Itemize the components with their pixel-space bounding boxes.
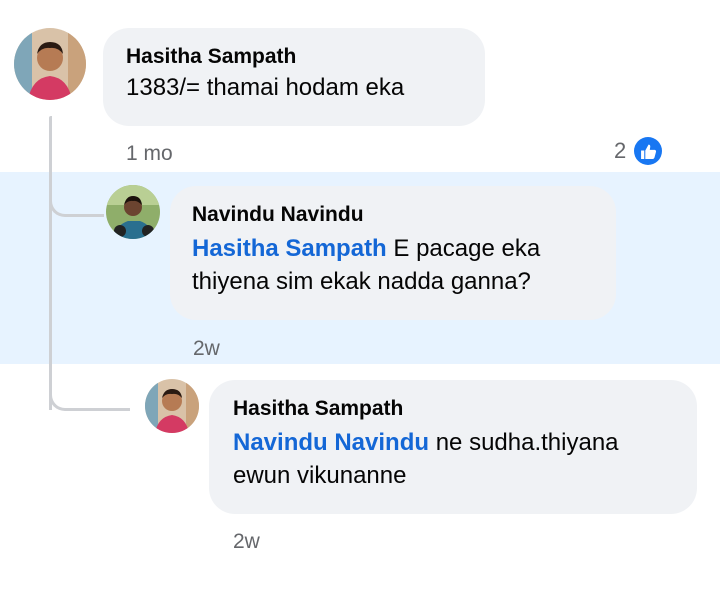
reply-text-line1: E pacage eka [386,235,541,262]
reply-timestamp[interactable]: 2w [233,530,260,554]
mention-link[interactable]: Hasitha Sampath [192,235,387,262]
avatar[interactable] [14,28,86,100]
reaction-summary[interactable]: 2 [614,137,663,165]
reply-text-line2: thiyena sim ekak nadda ganna? [192,268,531,295]
avatar[interactable] [145,379,199,433]
mention-link[interactable]: Navindu Navindu [233,429,429,456]
reaction-count: 2 [614,138,627,163]
comment-author[interactable]: Hasitha Sampath [126,45,485,69]
comment-bubble[interactable]: Hasitha Sampath 1383/= thamai hodam eka [103,28,485,126]
reply-text-line1: ne sudha.thiyana [429,429,619,456]
reply-bubble[interactable]: Hasitha Sampath Navindu Navindu ne sudha… [209,380,697,514]
reply-connector-1 [49,170,104,217]
like-icon [634,137,663,165]
comment-timestamp[interactable]: 1 mo [126,142,173,166]
avatar-hasitha-icon [14,28,86,100]
reply-text-line2: ewun vikunanne [233,462,407,489]
avatar[interactable] [106,185,160,239]
reply-connector-2 [49,360,130,411]
avatar-navindu-icon [106,185,160,239]
reply-author[interactable]: Hasitha Sampath [233,397,697,421]
reply-text: Hasitha Sampath E pacage eka thiyena sim… [192,232,616,298]
comment-text: 1383/= thamai hodam eka [126,74,405,101]
reply-bubble[interactable]: Navindu Navindu Hasitha Sampath E pacage… [170,186,616,320]
avatar-hasitha-icon [145,379,199,433]
reply-author[interactable]: Navindu Navindu [192,203,616,227]
reply-timestamp[interactable]: 2w [193,337,220,361]
reply-text: Navindu Navindu ne sudha.thiyana ewun vi… [233,426,697,492]
